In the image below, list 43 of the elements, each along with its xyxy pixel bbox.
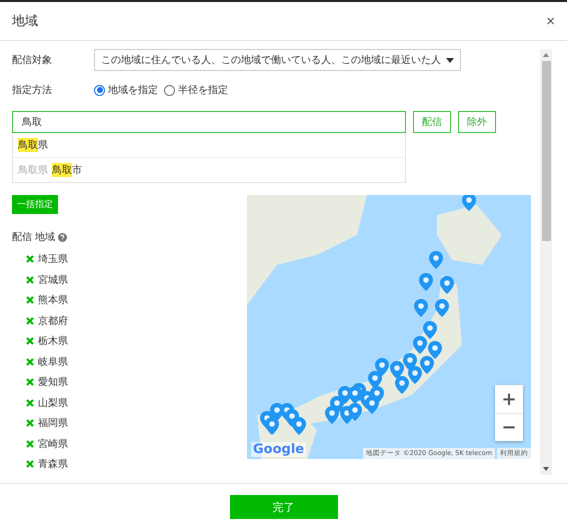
field-label: 配信対象 [12,54,53,67]
radio-button[interactable] [164,84,175,96]
close-button[interactable]: × [546,12,555,30]
remove-icon[interactable] [26,316,34,325]
dialog-title: 地域 [12,13,38,30]
caret-icon [446,58,454,62]
search-field[interactable]: 鳥取 [12,111,406,133]
remove-icon[interactable] [26,398,34,407]
region-name: 宮崎県 [38,438,68,451]
radio-button[interactable] [94,84,105,96]
radio-label: 地域を指定 [108,84,158,97]
scroll-down-icon[interactable] [543,467,549,471]
remove-icon[interactable] [26,255,34,264]
zoom-in-button[interactable]: + [495,385,523,413]
region-name: 栃木県 [38,334,68,348]
scroll-up-icon[interactable] [543,53,549,57]
suggestion-item[interactable]: 鳥取県 鳥取市 [13,158,405,182]
remove-icon[interactable] [26,337,34,346]
help-icon[interactable] [58,232,68,242]
remove-icon[interactable] [26,276,34,284]
radio-label: 半径を指定 [178,84,228,97]
section-heading: 配信 地域 [12,230,56,244]
remove-icon[interactable] [26,419,34,428]
region-name: 京都府 [38,314,68,328]
region-name: 山梨県 [38,396,68,410]
remove-icon[interactable] [26,358,34,366]
remove-icon[interactable] [26,460,34,468]
region-name: 宮城県 [38,274,68,287]
region-name: 福岡県 [38,416,68,430]
region-name: 愛知県 [38,376,68,390]
remove-icon[interactable] [26,440,34,448]
remove-icon[interactable] [26,378,34,386]
scrollbar[interactable] [540,49,552,475]
region-name: 青森県 [38,458,68,472]
map-logo: Google [251,442,306,457]
region-name: 熊本県 [38,294,68,308]
field-label: 指定方法 [12,84,53,97]
target-dropdown[interactable]: この地域に住んでいる人、この地域で働いている人、この地域に最近いた人 [94,49,461,71]
region-name: 埼玉県 [38,253,68,266]
suggestion-item[interactable]: 鳥取県 [13,133,405,158]
remove-icon[interactable] [26,296,34,304]
region-name: 岐阜県 [38,356,68,369]
zoom-out-button[interactable]: − [495,413,523,441]
